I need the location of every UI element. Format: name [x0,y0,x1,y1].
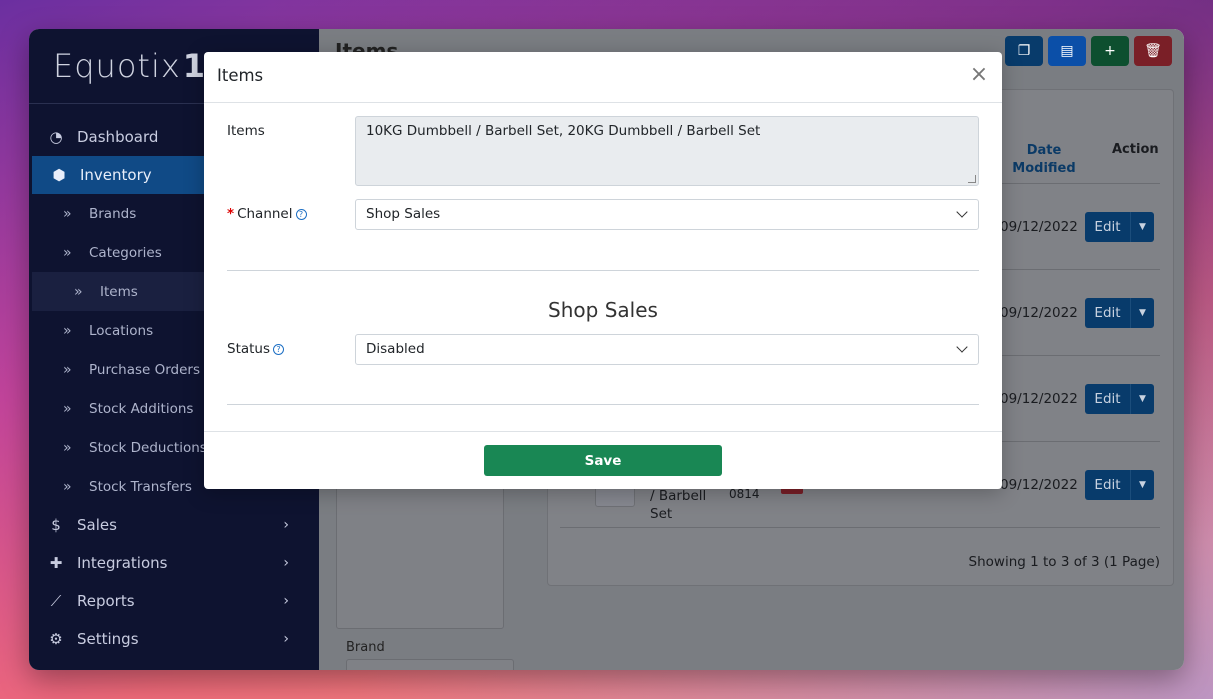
channel-select[interactable]: Shop Sales [355,199,979,230]
chevron-down-icon [956,341,968,353]
status-select[interactable]: Disabled [355,334,979,365]
items-modal: Items × Items 10KG Dumbbell / Barbell Se… [204,52,1002,489]
save-button[interactable]: Save [484,445,722,476]
items-textarea[interactable]: 10KG Dumbbell / Barbell Set, 20KG Dumbbe… [355,116,979,186]
channel-label: * Channel? [227,206,307,222]
help-icon[interactable]: ? [295,208,307,220]
resize-handle-icon[interactable] [968,175,976,183]
status-label: Status? [227,341,285,357]
status-label-text: Status [227,341,271,357]
items-value: 10KG Dumbbell / Barbell Set, 20KG Dumbbe… [366,123,761,139]
help-icon[interactable]: ? [273,343,285,355]
app-window: Equotix 1 ◔ Dashboard ⬢ Inventory » Bran… [29,29,1184,670]
close-icon[interactable]: × [968,64,990,87]
channel-label-text: Channel [237,206,293,222]
chevron-down-icon [956,206,968,218]
section-divider [227,404,979,405]
section-title: Shop Sales [548,298,658,322]
items-label: Items [227,123,265,139]
required-marker: * [227,206,235,222]
modal-header: Items × [204,52,1002,103]
status-value: Disabled [366,341,425,357]
channel-value: Shop Sales [366,206,441,222]
modal-footer: Save [204,431,1002,489]
modal-title: Items [217,66,264,85]
section-divider [227,270,979,271]
